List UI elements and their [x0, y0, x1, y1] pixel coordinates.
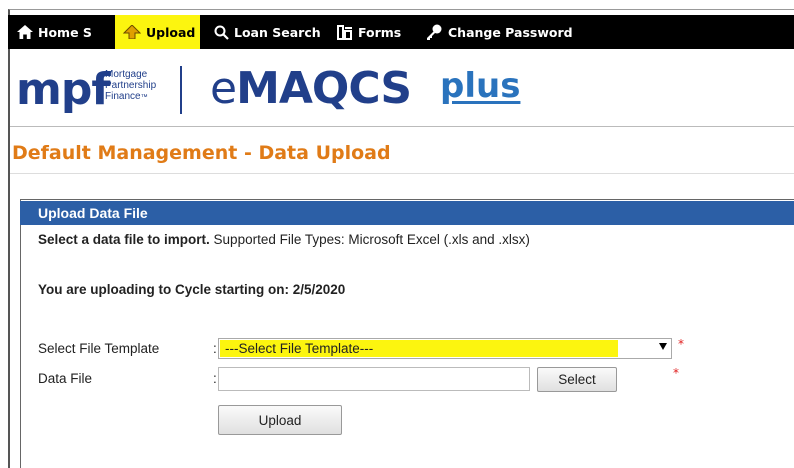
header-divider: [10, 126, 794, 127]
upload-panel-header: Upload Data File: [20, 201, 794, 225]
instruction-text: Select a data file to import. Supported …: [38, 232, 530, 247]
cycle-text: You are uploading to Cycle starting on: …: [38, 282, 346, 297]
nav-forms-label: Forms: [358, 24, 402, 40]
file-template-value: ---Select File Template---: [225, 341, 374, 356]
mpf-logo-text: mpf: [16, 64, 110, 115]
top-nav-bar: Home S Upload Loan Search Forms Change P…: [8, 15, 794, 49]
forms-icon: [337, 24, 353, 40]
page-title: Default Management - Data Upload: [12, 142, 391, 164]
emaqcs-logo: eMAQCS: [210, 63, 412, 114]
file-template-select[interactable]: ---Select File Template---: [218, 338, 672, 359]
datafile-label: Data File: [38, 371, 93, 386]
upload-button[interactable]: Upload: [218, 405, 342, 435]
datafile-required-marker: *: [673, 366, 679, 380]
nav-home-label: Home S: [38, 24, 92, 40]
datafile-colon: :: [213, 371, 217, 386]
mpf-line-1: Mortgage: [105, 69, 148, 80]
panel-header-title: Upload Data File: [38, 205, 148, 221]
nav-upload-label: Upload: [146, 24, 196, 40]
template-label: Select File Template: [38, 341, 160, 356]
upload-icon: [123, 25, 141, 39]
logo-divider: [180, 66, 182, 114]
nav-item-home[interactable]: Home S: [14, 15, 95, 49]
template-colon: :: [213, 341, 217, 356]
mpf-line-2: Partnership: [105, 80, 157, 91]
nav-item-change-password[interactable]: Change Password: [425, 15, 573, 49]
home-icon: [17, 25, 33, 39]
mpf-line-3: Finance™: [105, 91, 148, 102]
title-divider: [10, 173, 794, 174]
instruction-bold: Select a data file to import.: [38, 232, 210, 247]
key-icon: [425, 24, 443, 40]
nav-change-password-label: Change Password: [448, 24, 573, 40]
data-file-input[interactable]: [218, 367, 530, 391]
mpf-logo-subtitle: Mortgage Partnership Finance™: [105, 69, 156, 103]
nav-item-loan-search[interactable]: Loan Search: [214, 15, 321, 49]
search-icon: [214, 25, 229, 40]
nav-item-upload[interactable]: Upload: [115, 15, 200, 49]
nav-loan-search-label: Loan Search: [234, 24, 321, 40]
select-file-button[interactable]: Select: [537, 367, 617, 392]
plus-logo: plus: [440, 66, 521, 106]
template-required-marker: *: [678, 337, 684, 351]
instruction-rest: Supported File Types: Microsoft Excel (.…: [209, 232, 530, 247]
brand-logo: mpf Mortgage Partnership Finance™ eMAQCS…: [12, 58, 772, 118]
nav-item-forms[interactable]: Forms: [337, 15, 401, 49]
chevron-down-icon: [659, 343, 667, 350]
